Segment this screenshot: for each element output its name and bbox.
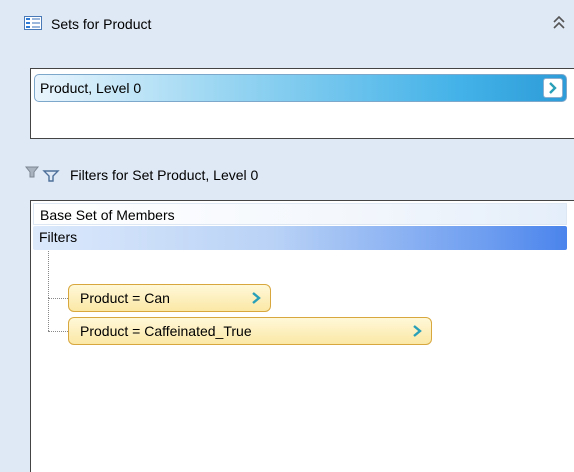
tree-connector — [48, 298, 50, 331]
filters-panel-title: Filters for Set Product, Level 0 — [70, 167, 259, 183]
chevron-right-icon[interactable] — [543, 78, 563, 98]
filters-panel-header: Filters for Set Product, Level 0 — [0, 158, 574, 194]
chevron-right-icon[interactable] — [249, 290, 263, 306]
sets-list: Product, Level 0 — [30, 68, 574, 139]
list-icon — [24, 16, 42, 30]
base-set-label: Base Set of Members — [40, 207, 175, 223]
filters-label: Filters — [39, 229, 78, 245]
sets-panel-title: Sets for Product — [51, 16, 152, 32]
chevron-right-icon[interactable] — [410, 323, 424, 339]
tree-connector — [48, 251, 69, 298]
sets-panel-header: Sets for Product — [0, 6, 574, 42]
base-set-of-members-row[interactable]: Base Set of Members — [33, 203, 567, 225]
set-item-label: Product, Level 0 — [40, 80, 142, 96]
filter-chip-product-can[interactable]: Product = Can — [68, 284, 271, 312]
filter-chip-product-caffeinated-true[interactable]: Product = Caffeinated_True — [68, 317, 432, 345]
filters-row[interactable]: Filters — [33, 226, 567, 250]
filter-chip-label: Product = Caffeinated_True — [80, 323, 252, 339]
filter-icon — [24, 164, 60, 182]
filters-tree: Base Set of Members Filters Product = Ca… — [30, 200, 574, 472]
tree-connector — [48, 331, 68, 333]
filter-chip-label: Product = Can — [80, 290, 170, 306]
double-chevron-up-icon[interactable] — [552, 14, 566, 32]
tree-connector — [48, 298, 68, 300]
set-item-product-level-0[interactable]: Product, Level 0 — [34, 74, 567, 102]
